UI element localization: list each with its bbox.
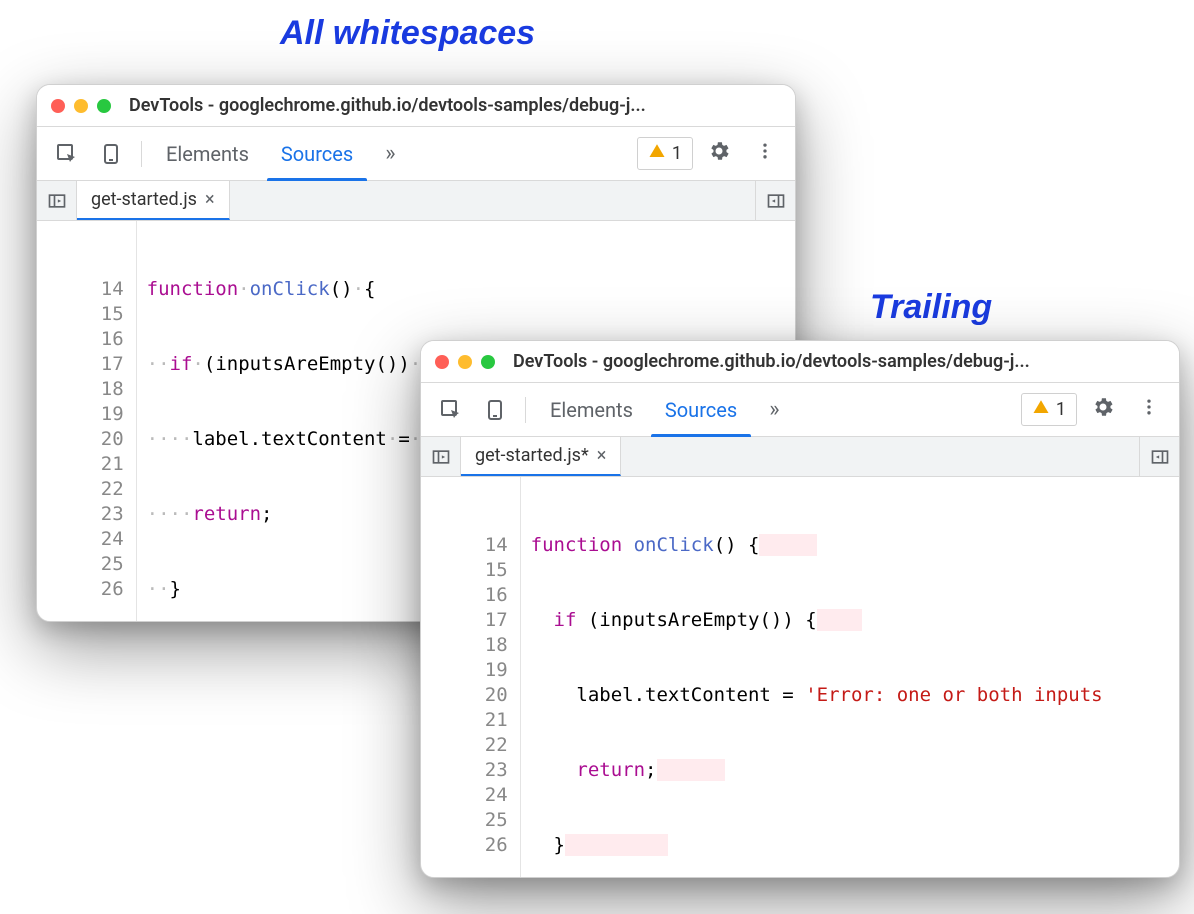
line-gutter: 14151617181920212223242526 — [37, 221, 137, 622]
warning-icon — [648, 142, 666, 165]
close-button[interactable] — [435, 355, 449, 369]
inspect-icon[interactable] — [431, 392, 471, 428]
file-tab-label: get-started.js — [91, 189, 197, 210]
tab-sources[interactable]: Sources — [651, 384, 751, 436]
devtools-window-2: DevTools - googlechrome.github.io/devtoo… — [420, 340, 1180, 878]
annotation-trailing: Trailing — [870, 288, 992, 327]
inspect-icon[interactable] — [47, 136, 87, 172]
separator — [141, 141, 142, 167]
close-file-icon[interactable]: × — [205, 189, 215, 210]
left-panel-toggle[interactable] — [37, 181, 77, 220]
device-toggle-icon[interactable] — [91, 136, 131, 172]
file-tab-bar: get-started.js* × — [421, 437, 1179, 477]
settings-button[interactable] — [1081, 389, 1125, 430]
titlebar: DevTools - googlechrome.github.io/devtoo… — [421, 341, 1179, 383]
tab-elements[interactable]: Elements — [152, 128, 263, 180]
file-tab-label: get-started.js* — [475, 445, 589, 466]
file-tab-bar: get-started.js × — [37, 181, 795, 221]
window-title: DevTools - googlechrome.github.io/devtoo… — [129, 95, 781, 116]
devtools-toolbar: Elements Sources » 1 — [37, 127, 795, 181]
issues-count: 1 — [1056, 399, 1066, 420]
tab-elements[interactable]: Elements — [536, 384, 647, 436]
left-panel-toggle[interactable] — [421, 437, 461, 476]
separator — [525, 397, 526, 423]
tab-sources[interactable]: Sources — [267, 128, 367, 180]
settings-button[interactable] — [697, 133, 741, 174]
right-panel-toggle[interactable] — [1139, 437, 1179, 476]
close-file-icon[interactable]: × — [597, 445, 607, 466]
maximize-button[interactable] — [97, 99, 111, 113]
file-tab[interactable]: get-started.js* × — [461, 437, 621, 476]
kebab-menu[interactable] — [1129, 391, 1169, 428]
titlebar: DevTools - googlechrome.github.io/devtoo… — [37, 85, 795, 127]
tab-more[interactable]: » — [755, 383, 793, 436]
line-gutter: 14151617181920212223242526 — [421, 477, 521, 878]
close-button[interactable] — [51, 99, 65, 113]
issues-badge[interactable]: 1 — [637, 137, 693, 170]
issues-badge[interactable]: 1 — [1021, 393, 1077, 426]
kebab-menu[interactable] — [745, 135, 785, 172]
right-panel-toggle[interactable] — [755, 181, 795, 220]
code-editor[interactable]: 14151617181920212223242526 function onCl… — [421, 477, 1179, 878]
maximize-button[interactable] — [481, 355, 495, 369]
minimize-button[interactable] — [74, 99, 88, 113]
warning-icon — [1032, 398, 1050, 421]
window-title: DevTools - googlechrome.github.io/devtoo… — [513, 351, 1165, 372]
issues-count: 1 — [672, 143, 682, 164]
minimize-button[interactable] — [458, 355, 472, 369]
traffic-lights — [51, 99, 111, 113]
traffic-lights — [435, 355, 495, 369]
tab-more[interactable]: » — [371, 127, 409, 180]
file-tab[interactable]: get-started.js × — [77, 181, 230, 220]
code-content[interactable]: function onClick() { if (inputsAreEmpty(… — [521, 477, 1179, 878]
devtools-toolbar: Elements Sources » 1 — [421, 383, 1179, 437]
annotation-all-whitespaces: All whitespaces — [280, 14, 535, 53]
device-toggle-icon[interactable] — [475, 392, 515, 428]
